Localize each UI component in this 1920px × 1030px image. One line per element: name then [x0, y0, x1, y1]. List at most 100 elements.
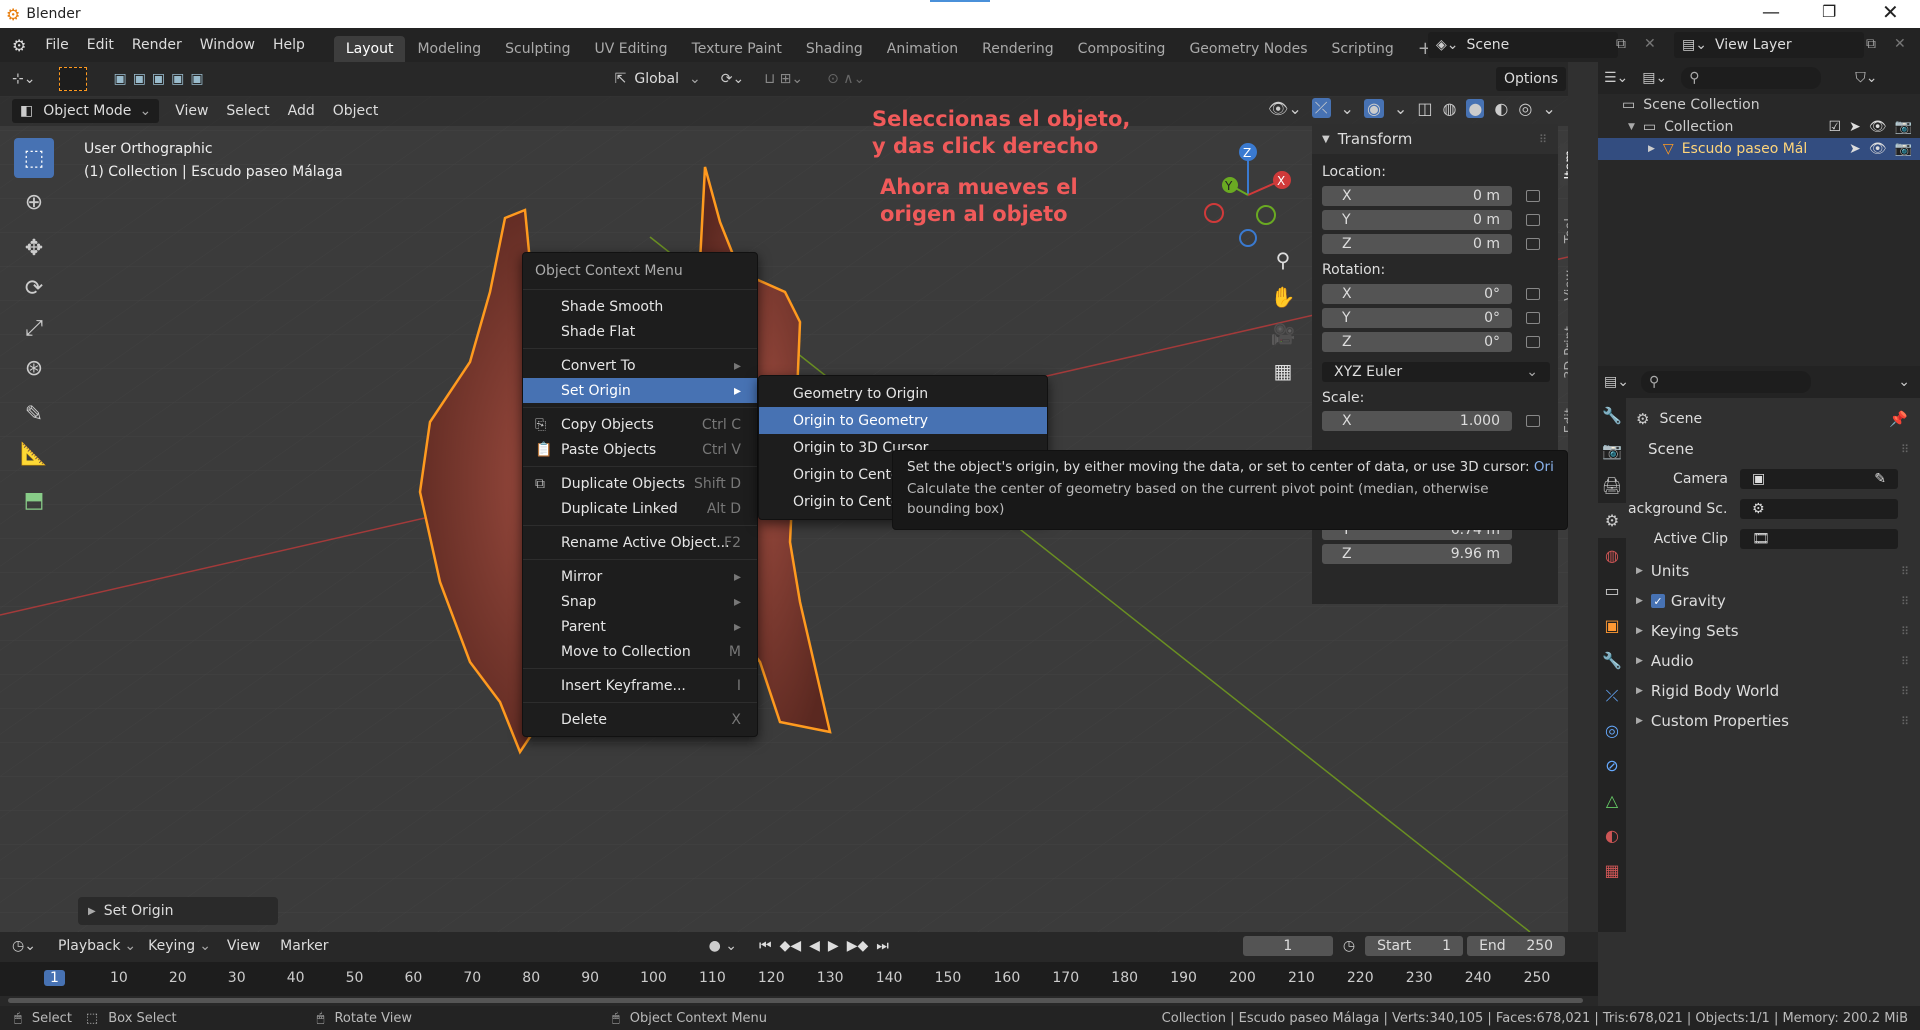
material-tab-icon[interactable]: ◐	[1598, 818, 1626, 853]
scale-x-field[interactable]: X 1.000	[1322, 411, 1512, 431]
tab-animation[interactable]: Animation	[875, 36, 970, 62]
location-y-field[interactable]: Y 0 m	[1322, 210, 1512, 230]
new-view-layer-icon[interactable]: ⧉	[1866, 36, 1876, 52]
menu-item-rename[interactable]: Rename Active Object... F2	[523, 530, 757, 555]
menu-item-duplicate-objects[interactable]: ⧉ Duplicate Objects Shift D	[523, 471, 757, 496]
menu-item-snap[interactable]: Snap ▸	[523, 589, 757, 614]
camera-field[interactable]: ▣ ✎	[1740, 469, 1898, 489]
lock-icon[interactable]	[1526, 288, 1540, 300]
rotation-mode-select[interactable]: XYZ Euler ⌄	[1322, 362, 1550, 382]
chevron-right-icon[interactable]: ▶	[1648, 144, 1655, 154]
proportional-edit-icon[interactable]: ⊙ ∧⌄	[827, 71, 865, 87]
play-icon[interactable]: ▶	[828, 938, 839, 954]
drag-handle-icon[interactable]: ⠿	[1901, 655, 1910, 668]
tab-modeling[interactable]: Modeling	[405, 36, 493, 62]
menu-playback[interactable]: Playback	[58, 938, 120, 954]
play-reverse-icon[interactable]: ◀	[809, 938, 820, 954]
panel-keying-sets[interactable]: ▶ Keying Sets ⠿	[1628, 616, 1920, 646]
rotation-x-field[interactable]: X 0°	[1322, 284, 1512, 304]
menu-item-insert-keyframe[interactable]: Insert Keyframe... I	[523, 673, 757, 698]
menu-item-duplicate-linked[interactable]: Duplicate Linked Alt D	[523, 496, 757, 521]
menu-edit[interactable]: Edit	[87, 37, 114, 53]
object-tab-icon[interactable]: ▣	[1598, 608, 1626, 643]
select-arrow-icon[interactable]: ➤	[1849, 141, 1861, 157]
tab-view[interactable]: View	[1560, 264, 1568, 307]
active-clip-field[interactable]: 🎞	[1740, 529, 1898, 549]
select-arrow-icon[interactable]: ➤	[1849, 119, 1861, 135]
drag-handle-icon[interactable]: ⠿	[1901, 595, 1910, 608]
move-tool-icon[interactable]: ✥	[14, 228, 54, 268]
tool-tab-icon[interactable]: 🔧	[1598, 398, 1626, 433]
rendered-shading-icon[interactable]: ◎	[1518, 99, 1532, 118]
grid-toggle-icon[interactable]: ▦	[1268, 353, 1298, 390]
tab-3d-print[interactable]: 3D-Print	[1560, 320, 1568, 385]
menu-help[interactable]: Help	[273, 37, 305, 53]
last-operator-panel[interactable]: ▶ Set Origin	[78, 897, 278, 925]
snap-icon[interactable]: ⊔ ⊞⌄	[764, 71, 803, 87]
constraints-tab-icon[interactable]: ⊘	[1598, 748, 1626, 783]
menu-item-convert-to[interactable]: Convert To ▸	[523, 353, 757, 378]
location-z-field[interactable]: Z 0 m	[1322, 234, 1512, 254]
header-menu-view[interactable]: View	[175, 103, 208, 119]
delete-view-layer-icon[interactable]: ✕	[1894, 36, 1906, 52]
submenu-geometry-to-origin[interactable]: Geometry to Origin	[759, 380, 1047, 407]
select-tool-icon[interactable]	[59, 67, 88, 91]
jump-start-icon[interactable]: ⏮	[759, 938, 772, 954]
header-menu-select[interactable]: Select	[226, 103, 269, 119]
submenu-origin-to-geometry[interactable]: Origin to Geometry	[759, 407, 1047, 434]
tab-tool[interactable]: Tool	[1560, 212, 1568, 249]
eye-icon[interactable]: 👁	[1869, 119, 1887, 135]
menu-keying[interactable]: Keying	[148, 938, 195, 954]
tab-edit[interactable]: Edit	[1560, 402, 1568, 439]
timeline-editor-icon[interactable]: ◷⌄	[12, 938, 36, 954]
blender-menu-icon[interactable]: ⚙	[12, 36, 26, 55]
transform-panel-header[interactable]: ▼ Transform ⠿	[1312, 124, 1558, 154]
world-tab-icon[interactable]: ◍	[1598, 538, 1626, 573]
menu-item-set-origin[interactable]: Set Origin ▸	[523, 378, 757, 403]
editor-type-icon[interactable]: ▤⌄	[1604, 374, 1629, 390]
drag-handle-icon[interactable]: ⠿	[1539, 133, 1548, 146]
restore-icon[interactable]: ❐	[1822, 2, 1836, 21]
transform-orientation[interactable]: ⇱ Global ⌄	[615, 71, 701, 87]
panel-gravity[interactable]: ▶ ✓ Gravity ⠿	[1628, 586, 1920, 616]
tab-item[interactable]: Item	[1560, 144, 1568, 186]
lock-icon[interactable]	[1526, 415, 1540, 427]
gizmo-icon[interactable]: ⤫	[1311, 98, 1331, 118]
tab-uv-editing[interactable]: UV Editing	[583, 36, 680, 62]
camera-view-icon[interactable]: 🎥	[1268, 316, 1298, 353]
drag-handle-icon[interactable]: ⠿	[1901, 443, 1910, 456]
menu-file[interactable]: File	[45, 37, 68, 53]
checkbox-icon[interactable]: ☑	[1828, 119, 1841, 135]
current-frame-field[interactable]: 1	[1242, 936, 1333, 956]
menu-item-paste-objects[interactable]: 📋 Paste Objects Ctrl V	[523, 437, 757, 462]
add-cube-tool-icon[interactable]: ⬒	[14, 480, 54, 520]
texture-tab-icon[interactable]: ▦	[1598, 853, 1626, 888]
collection-tab-icon[interactable]: ▭	[1598, 573, 1626, 608]
close-icon[interactable]: ✕	[1882, 0, 1899, 24]
select-box-tool-icon[interactable]: ⬚	[14, 138, 54, 178]
display-mode-icon[interactable]: ▤⌄	[1642, 70, 1667, 86]
measure-tool-icon[interactable]: 📐	[14, 434, 54, 474]
properties-search-input[interactable]: ⚲	[1640, 371, 1811, 393]
tab-rendering[interactable]: Rendering	[970, 36, 1066, 62]
menu-item-parent[interactable]: Parent ▸	[523, 614, 757, 639]
tree-row-scene-collection[interactable]: ▭ Scene Collection	[1598, 94, 1920, 116]
record-icon[interactable]: ● ⌄	[709, 938, 737, 954]
header-menu-add[interactable]: Add	[288, 103, 315, 119]
lock-icon[interactable]	[1526, 238, 1540, 250]
render-tab-icon[interactable]: 📷	[1598, 433, 1626, 468]
outliner-search-input[interactable]: ⚲	[1681, 67, 1822, 89]
selection-mode-icons[interactable]: ▣▣▣▣▣	[113, 71, 209, 87]
menu-item-delete[interactable]: Delete X	[523, 707, 757, 732]
chevron-down-icon[interactable]: ⌄	[1898, 374, 1910, 390]
panel-units[interactable]: ▶ Units ⠿	[1628, 556, 1920, 586]
prev-keyframe-icon[interactable]: ◆◀	[780, 938, 802, 954]
view-layer-selector[interactable]: ▤⌄ View Layer	[1674, 32, 1864, 58]
delete-scene-icon[interactable]: ✕	[1644, 36, 1656, 52]
chevron-down-icon[interactable]: ⌄	[1542, 99, 1555, 118]
cursor-tool-icon[interactable]: ⊕	[14, 182, 54, 222]
transform-tool-icon[interactable]: ⊛	[14, 348, 54, 388]
tab-texture-paint[interactable]: Texture Paint	[680, 36, 794, 62]
pan-hand-icon[interactable]: ✋	[1268, 279, 1298, 316]
chevron-down-icon[interactable]: ▼	[1628, 122, 1635, 132]
